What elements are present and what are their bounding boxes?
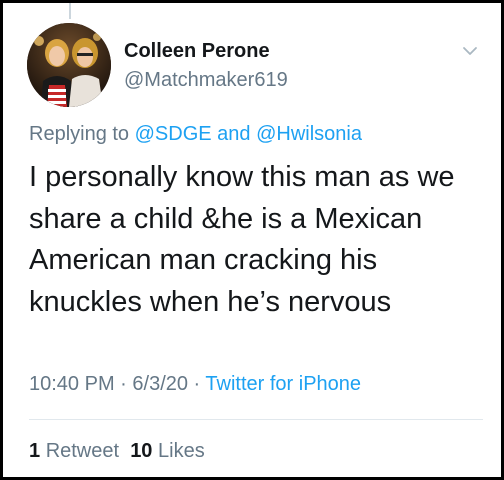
replying-to-line: Replying to @SDGE and @Hwilsonia [29,123,362,146]
tweet-stats: 1 Retweet 10 Likes [29,440,205,463]
chevron-down-icon[interactable] [462,45,478,57]
tweet-date[interactable]: 6/3/20 [132,373,188,395]
tweet-source[interactable]: Twitter for iPhone [205,373,361,395]
retweets-stat[interactable]: 1 Retweet [29,440,119,462]
retweet-label: Retweet [45,440,120,462]
like-count: 10 [130,440,153,462]
author-handle[interactable]: @Matchmaker619 [124,69,288,92]
meta-separator: · [114,373,133,395]
reply-mention-hwilsonia[interactable]: @Hwilsonia [256,123,362,145]
replying-prefix: Replying to [29,123,135,145]
tweet-text: I personally know this man as we share a… [29,161,455,318]
meta-separator: · [188,373,206,395]
like-label: Likes [158,440,205,462]
likes-stat[interactable]: 10 Likes [130,440,205,462]
profile-photo-icon [27,23,111,107]
tweet-meta: 10:40 PM · 6/3/20 · Twitter for iPhone [29,373,361,396]
avatar[interactable] [27,23,111,107]
divider [29,419,483,420]
reply-mention-joiner: and [211,123,257,145]
reply-mention-sdge[interactable]: @SDGE [135,123,212,145]
tweet-time[interactable]: 10:40 PM [29,373,115,395]
thread-connector-line [69,3,71,19]
retweet-count: 1 [29,440,41,462]
author-name[interactable]: Colleen Perone [124,40,270,63]
tweet-card: Colleen Perone @Matchmaker619 Replying t… [0,0,504,480]
